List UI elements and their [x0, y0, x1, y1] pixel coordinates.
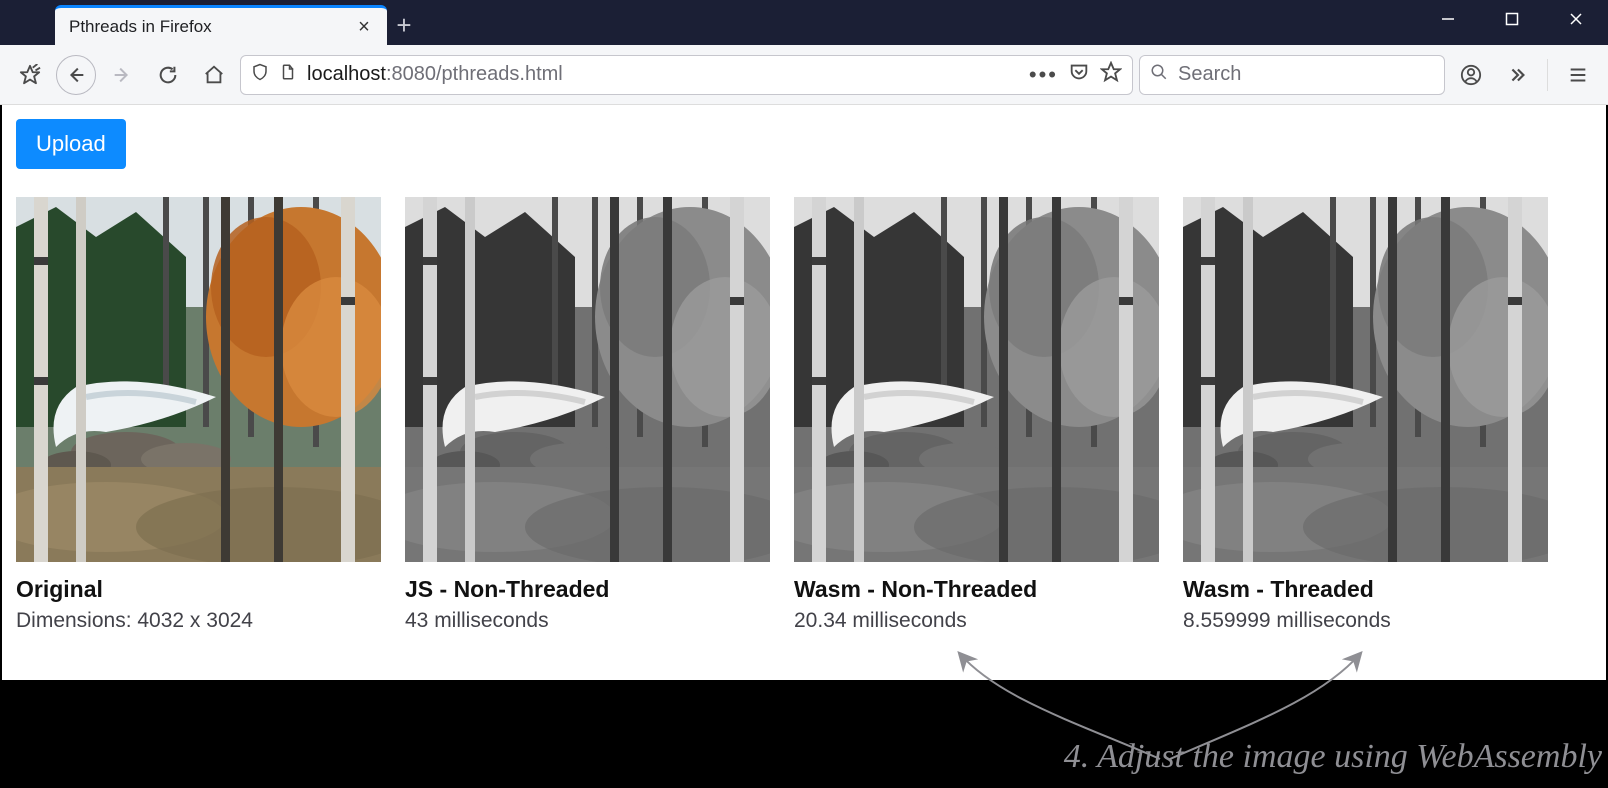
bookmark-icon[interactable]: [1100, 61, 1122, 88]
window-minimize-button[interactable]: [1416, 0, 1480, 38]
account-icon[interactable]: [1451, 55, 1491, 95]
image-thumbnail-grayscale: [1183, 197, 1548, 562]
tab-title: Pthreads in Firefox: [69, 17, 345, 37]
url-text: localhost:8080/pthreads.html: [307, 63, 1019, 86]
image-card: Wasm - Threaded 8.559999 milliseconds: [1183, 197, 1548, 633]
image-thumbnail-grayscale: [405, 197, 770, 562]
overflow-icon[interactable]: [1497, 55, 1537, 95]
url-bar[interactable]: localhost:8080/pthreads.html •••: [240, 55, 1133, 95]
shield-icon[interactable]: [251, 63, 269, 86]
upload-button[interactable]: Upload: [16, 119, 126, 169]
highlights-icon[interactable]: [10, 55, 50, 95]
pocket-icon[interactable]: [1068, 61, 1090, 88]
card-title: Original: [16, 576, 381, 603]
page-actions-icon[interactable]: •••: [1029, 62, 1058, 88]
page-info-icon[interactable]: [279, 63, 297, 86]
search-bar[interactable]: [1139, 55, 1445, 95]
browser-tab[interactable]: Pthreads in Firefox ×: [55, 5, 387, 45]
home-button[interactable]: [194, 55, 234, 95]
app-menu-icon[interactable]: [1558, 55, 1598, 95]
annotation-text: 4. Adjust the image using WebAssembly: [1064, 738, 1602, 776]
card-subtitle: Dimensions: 4032 x 3024: [16, 609, 381, 633]
window-close-button[interactable]: [1544, 0, 1608, 38]
window-maximize-button[interactable]: [1480, 0, 1544, 38]
card-subtitle: 8.559999 milliseconds: [1183, 609, 1548, 633]
image-thumbnail-grayscale: [794, 197, 1159, 562]
nav-toolbar: localhost:8080/pthreads.html •••: [0, 45, 1608, 105]
search-icon: [1150, 63, 1168, 86]
divider: [1547, 59, 1548, 91]
image-card: Wasm - Non-Threaded 20.34 milliseconds: [794, 197, 1159, 633]
card-title: Wasm - Threaded: [1183, 576, 1548, 603]
new-tab-button[interactable]: +: [387, 5, 421, 45]
close-tab-icon[interactable]: ×: [355, 18, 373, 36]
back-button[interactable]: [56, 55, 96, 95]
card-subtitle: 20.34 milliseconds: [794, 609, 1159, 633]
annotation-overlay: 4. Adjust the image using WebAssembly: [0, 680, 1608, 788]
forward-button[interactable]: [102, 55, 142, 95]
card-title: JS - Non-Threaded: [405, 576, 770, 603]
image-card: Original Dimensions: 4032 x 3024: [16, 197, 381, 633]
reload-button[interactable]: [148, 55, 188, 95]
card-title: Wasm - Non-Threaded: [794, 576, 1159, 603]
image-thumbnail-color: [16, 197, 381, 562]
page-content: Upload Original Dimensions: 4032 x 3024 JS…: [0, 105, 1608, 680]
image-card: JS - Non-Threaded 43 milliseconds: [405, 197, 770, 633]
titlebar: Pthreads in Firefox × +: [0, 0, 1608, 45]
search-input[interactable]: [1178, 63, 1434, 86]
card-subtitle: 43 milliseconds: [405, 609, 770, 633]
